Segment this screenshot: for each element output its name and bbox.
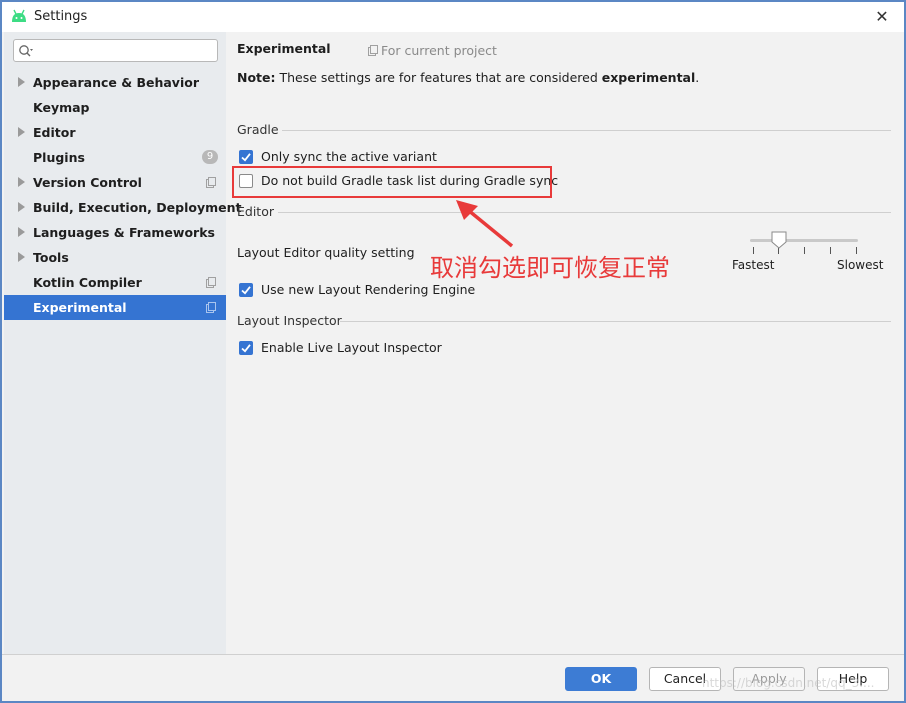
sidebar-item-label: Editor xyxy=(33,125,76,140)
sidebar-item-label: Experimental xyxy=(33,300,127,315)
scope-label: For current project xyxy=(368,43,497,58)
option-use-new-layout-rendering-engine[interactable]: Use new Layout Rendering Engine xyxy=(239,282,499,300)
sidebar-item-languages-frameworks[interactable]: Languages & Frameworks xyxy=(4,220,226,245)
annotation-arrow-icon xyxy=(456,200,514,248)
expand-arrow-icon[interactable] xyxy=(18,227,25,237)
checkbox-checked[interactable] xyxy=(239,283,253,297)
slider-tick xyxy=(753,247,754,254)
checkbox-checked[interactable] xyxy=(239,150,253,164)
dialog-footer: OK Cancel Apply Help https://blog.csdn.n… xyxy=(2,654,904,701)
slider-tick xyxy=(830,247,831,254)
sidebar-item-version-control[interactable]: Version Control xyxy=(4,170,226,195)
sidebar-item-build-execution-deployment[interactable]: Build, Execution, Deployment xyxy=(4,195,241,220)
quality-setting-label: Layout Editor quality setting xyxy=(237,245,415,260)
search-input[interactable] xyxy=(38,42,213,59)
expand-arrow-icon[interactable] xyxy=(18,177,25,187)
search-icon xyxy=(19,45,33,57)
expand-arrow-icon[interactable] xyxy=(18,202,25,212)
section-layout-inspector: Layout Inspector xyxy=(237,313,342,328)
sidebar-item-label: Keymap xyxy=(33,100,90,115)
sidebar-item-tools[interactable]: Tools xyxy=(4,245,226,270)
annotation-text: 取消勾选即可恢复正常 xyxy=(430,254,670,282)
note-emphasis: experimental xyxy=(601,70,696,85)
option-only-sync-active-variant[interactable]: Only sync the active variant xyxy=(239,149,539,167)
title-bar: Settings ✕ xyxy=(2,2,904,32)
scope-text: For current project xyxy=(381,43,497,58)
slider-min-label: Fastest xyxy=(732,258,775,272)
slider-thumb[interactable] xyxy=(771,231,787,249)
slider-max-label: Slowest xyxy=(837,258,884,272)
sidebar-item-keymap[interactable]: Keymap xyxy=(4,95,226,120)
ok-button[interactable]: OK xyxy=(565,667,637,691)
settings-window: Settings ✕ Appearance & Behavior Keymap … xyxy=(2,2,904,701)
slider-tick xyxy=(856,247,857,254)
project-scope-icon xyxy=(368,45,378,56)
plugins-update-badge: 9 xyxy=(202,150,218,164)
slider-tick xyxy=(804,247,805,254)
expand-arrow-icon[interactable] xyxy=(18,252,25,262)
annotation-highlight-box xyxy=(232,166,552,198)
page-title: Experimental xyxy=(237,41,331,56)
sidebar-item-appearance-behavior[interactable]: Appearance & Behavior xyxy=(4,70,226,95)
project-scope-icon xyxy=(206,302,216,313)
search-field[interactable] xyxy=(13,39,218,62)
watermark-text: https://blog.csdn.net/qq_3.... xyxy=(702,676,875,690)
note-suffix: . xyxy=(695,70,700,85)
option-enable-live-layout-inspector[interactable]: Enable Live Layout Inspector xyxy=(239,340,479,358)
sidebar-item-label: Appearance & Behavior xyxy=(33,75,199,90)
check-icon xyxy=(241,153,251,162)
expand-arrow-icon[interactable] xyxy=(18,127,25,137)
window-title: Settings xyxy=(34,9,88,24)
slider-track[interactable] xyxy=(750,239,858,242)
option-label: Only sync the active variant xyxy=(261,149,437,164)
close-button[interactable]: ✕ xyxy=(872,7,892,27)
checkbox-checked[interactable] xyxy=(239,341,253,355)
section-editor: Editor xyxy=(237,204,274,219)
section-divider xyxy=(340,321,891,322)
expand-arrow-icon[interactable] xyxy=(18,77,25,87)
sidebar-item-editor[interactable]: Editor xyxy=(4,120,226,145)
settings-sidebar: Appearance & Behavior Keymap Editor Plug… xyxy=(4,32,241,654)
experimental-note: Note: These settings are for features th… xyxy=(237,70,699,85)
check-icon xyxy=(241,286,251,295)
sidebar-item-label: Kotlin Compiler xyxy=(33,275,142,290)
section-divider xyxy=(282,130,891,131)
sidebar-item-plugins[interactable]: Plugins 9 xyxy=(4,145,226,170)
sidebar-item-experimental[interactable]: Experimental xyxy=(4,295,226,320)
check-icon xyxy=(241,344,251,353)
project-scope-icon xyxy=(206,177,216,188)
note-prefix: Note: xyxy=(237,70,276,85)
sidebar-item-label: Tools xyxy=(33,250,69,265)
sidebar-item-label: Build, Execution, Deployment xyxy=(33,200,242,215)
option-label: Use new Layout Rendering Engine xyxy=(261,282,476,297)
project-scope-icon xyxy=(206,277,216,288)
android-icon xyxy=(12,9,26,22)
note-text: These settings are for features that are… xyxy=(275,70,602,85)
section-gradle: Gradle xyxy=(237,122,279,137)
option-label: Enable Live Layout Inspector xyxy=(261,340,442,355)
section-divider xyxy=(278,212,891,213)
sidebar-item-label: Version Control xyxy=(33,175,142,190)
settings-content: Experimental For current project Note: T… xyxy=(226,32,904,654)
settings-nav: Appearance & Behavior Keymap Editor Plug… xyxy=(4,70,241,320)
sidebar-item-label: Languages & Frameworks xyxy=(33,225,215,240)
sidebar-item-kotlin-compiler[interactable]: Kotlin Compiler xyxy=(4,270,226,295)
sidebar-item-label: Plugins xyxy=(33,150,85,165)
